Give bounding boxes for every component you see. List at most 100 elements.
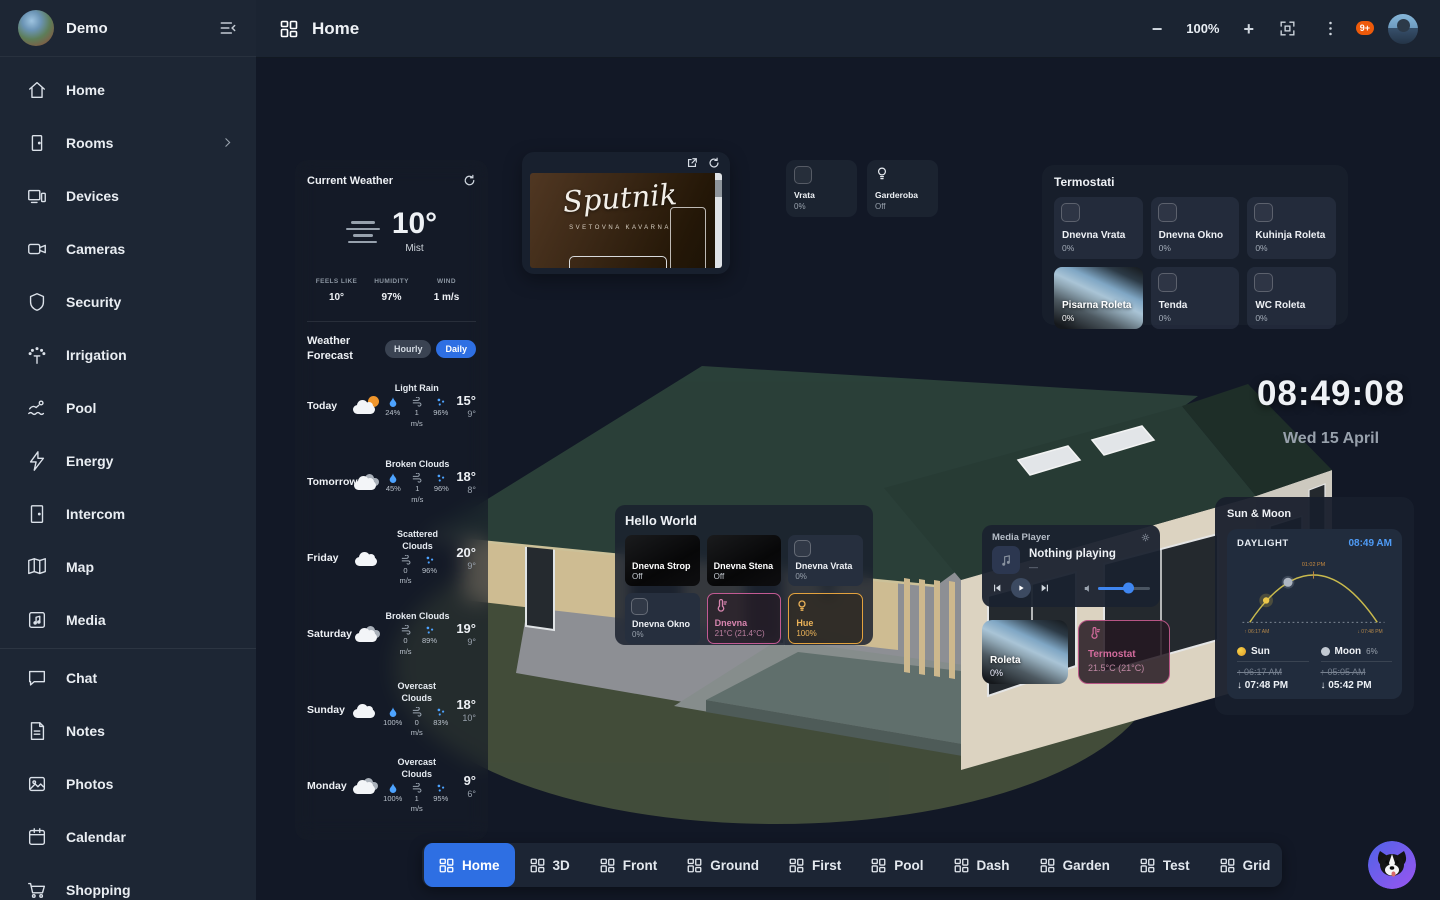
volume-knob[interactable] [1123,583,1134,594]
sidebar-item-irrigation[interactable]: Irrigation [0,328,256,381]
sidebar-item-cameras[interactable]: Cameras [0,222,256,275]
humidity-stat: 89% [420,625,440,656]
kebab-menu-icon[interactable] [1321,19,1340,38]
sunset-axis-label: ↓ 07:48 PM [1357,629,1382,635]
tab-front[interactable]: Front [585,843,673,887]
previous-track-icon[interactable] [992,583,1002,593]
tab-daily[interactable]: Daily [436,340,476,358]
tab-garden[interactable]: Garden [1025,843,1125,887]
tile-dnevna-strop[interactable]: Dnevna StropOff [625,535,700,586]
tab-grid[interactable]: Grid [1205,843,1286,887]
humidity-stat: 96% [431,473,451,504]
tile-wc-roleta[interactable]: WC Roleta0% [1247,267,1336,329]
tab-dash[interactable]: Dash [939,843,1025,887]
tile-dnevna-vrata[interactable]: Dnevna Vrata0% [788,535,863,586]
tab-first[interactable]: First [774,843,856,887]
zoom-out-button[interactable]: − [1152,20,1163,38]
tab-pool[interactable]: Pool [856,843,938,887]
play-button[interactable] [1011,578,1031,598]
tab-hourly[interactable]: Hourly [385,340,432,358]
shutter-icon [1061,203,1080,222]
precip-stat: 45% [383,473,403,504]
clouds-icon [353,473,383,491]
forecast-row: Tomorrow Broken Clouds 45% 1m/s 96% 18°8… [307,444,476,520]
assistant-avatar[interactable] [1368,841,1416,889]
dashboard-grid-icon [280,20,298,38]
sidebar-collapse-icon[interactable] [218,18,238,38]
refresh-icon[interactable] [708,157,720,169]
sidebar-item-label: Security [66,294,121,310]
shutter-icon [794,166,812,184]
dashboard-grid-icon [1140,858,1155,873]
humidity-icon [425,625,435,635]
workspace-avatar[interactable] [18,10,54,46]
tile-dnevna-stena[interactable]: Dnevna StenaOff [707,535,782,586]
volume-slider[interactable] [1098,587,1150,590]
embedded-page-preview[interactable]: Sputnik SVETOVNA KAVARNA [530,173,722,268]
sidebar-item-map[interactable]: Map [0,540,256,593]
sidebar-item-calendar[interactable]: Calendar [0,810,256,863]
tile-dnevna-thermostat[interactable]: Dnevna21°C (21.4°C) [707,593,782,644]
sidebar-item-photos[interactable]: Photos [0,757,256,810]
hello-world-panel: Hello World Dnevna StropOff Dnevna Stena… [615,505,873,645]
tile-kuhinja-roleta[interactable]: Kuhinja Roleta0% [1247,197,1336,259]
gear-icon[interactable] [1141,533,1150,542]
dashboard-grid-icon [1220,858,1235,873]
wind-icon [401,555,411,565]
humidity-icon [436,473,446,483]
map-icon [26,556,48,578]
sidebar-item-pool[interactable]: Pool [0,381,256,434]
sidebar-item-label: Intercom [66,506,125,522]
sidebar-item-security[interactable]: Security [0,275,256,328]
sidebar-item-media[interactable]: Media [0,593,256,646]
tile-pisarna-roleta[interactable]: Pisarna Roleta0% [1054,267,1143,329]
refresh-icon[interactable] [463,174,476,187]
devices-icon [26,185,48,207]
tab-ground[interactable]: Ground [672,843,774,887]
tile-dnevna-okno[interactable]: Dnevna Okno0% [1151,197,1240,259]
web-embed-widget: Sputnik SVETOVNA KAVARNA [522,152,730,274]
chat-icon [26,667,48,689]
tab-home[interactable]: Home [424,843,515,887]
open-external-icon[interactable] [686,157,698,169]
tile-vrata[interactable]: Vrata 0% [786,160,857,217]
moon-phase: 6% [1366,647,1378,656]
zoom-in-button[interactable]: + [1243,20,1254,38]
sidebar-item-home[interactable]: Home [0,63,256,116]
tab-3d[interactable]: 3D [515,843,585,887]
dashboard-grid-icon [1040,858,1055,873]
user-avatar[interactable] [1388,14,1418,44]
forecast-row: Friday Scattered Clouds 0m/s 96% 20°9° [307,520,476,596]
wind-icon [412,707,422,717]
sidebar-item-shopping[interactable]: Shopping [0,863,256,900]
media-subtitle: — [1029,562,1116,572]
next-track-icon[interactable] [1040,583,1050,593]
tile-hue[interactable]: Hue100% [788,593,863,644]
tile-garderoba[interactable]: Garderoba Off [867,160,938,217]
sidebar-item-notes[interactable]: Notes [0,704,256,757]
dashboard-canvas: Current Weather 10° Mist FEELS LIKE10° H… [256,58,1440,900]
stat-label: FEELS LIKE [309,278,364,285]
cart-icon [26,879,48,900]
tab-test[interactable]: Test [1125,843,1205,887]
embed-scrollbar[interactable] [715,173,722,268]
clock-date: Wed 15 April [1226,430,1436,448]
sidebar-item-intercom[interactable]: Intercom [0,487,256,540]
tile-dnevna-okno[interactable]: Dnevna Okno0% [625,593,700,644]
sun-times: Sun ↑ 06:17 AM ↓ 07:48 PM [1237,646,1309,691]
sidebar-item-rooms[interactable]: Rooms [0,116,256,169]
speaker-icon [1084,584,1093,593]
tile-roleta[interactable]: Roleta 0% [982,620,1068,684]
sidebar-item-label: Rooms [66,135,113,151]
tile-tenda[interactable]: Tenda0% [1151,267,1240,329]
sidebar-item-chat[interactable]: Chat [0,651,256,704]
tile-termostat[interactable]: Termostat 21.5°C (21°C) [1078,620,1170,684]
fit-screen-icon[interactable] [1278,19,1297,38]
sidebar-item-devices[interactable]: Devices [0,169,256,222]
thermometer-icon [714,599,728,613]
sidebar: Demo Home Rooms Devices Cameras [0,0,256,900]
sidebar-item-energy[interactable]: Energy [0,434,256,487]
moon-marker [1283,578,1292,587]
wind-stat: 1m/s [407,397,427,428]
tile-dnevna-vrata[interactable]: Dnevna Vrata0% [1054,197,1143,259]
